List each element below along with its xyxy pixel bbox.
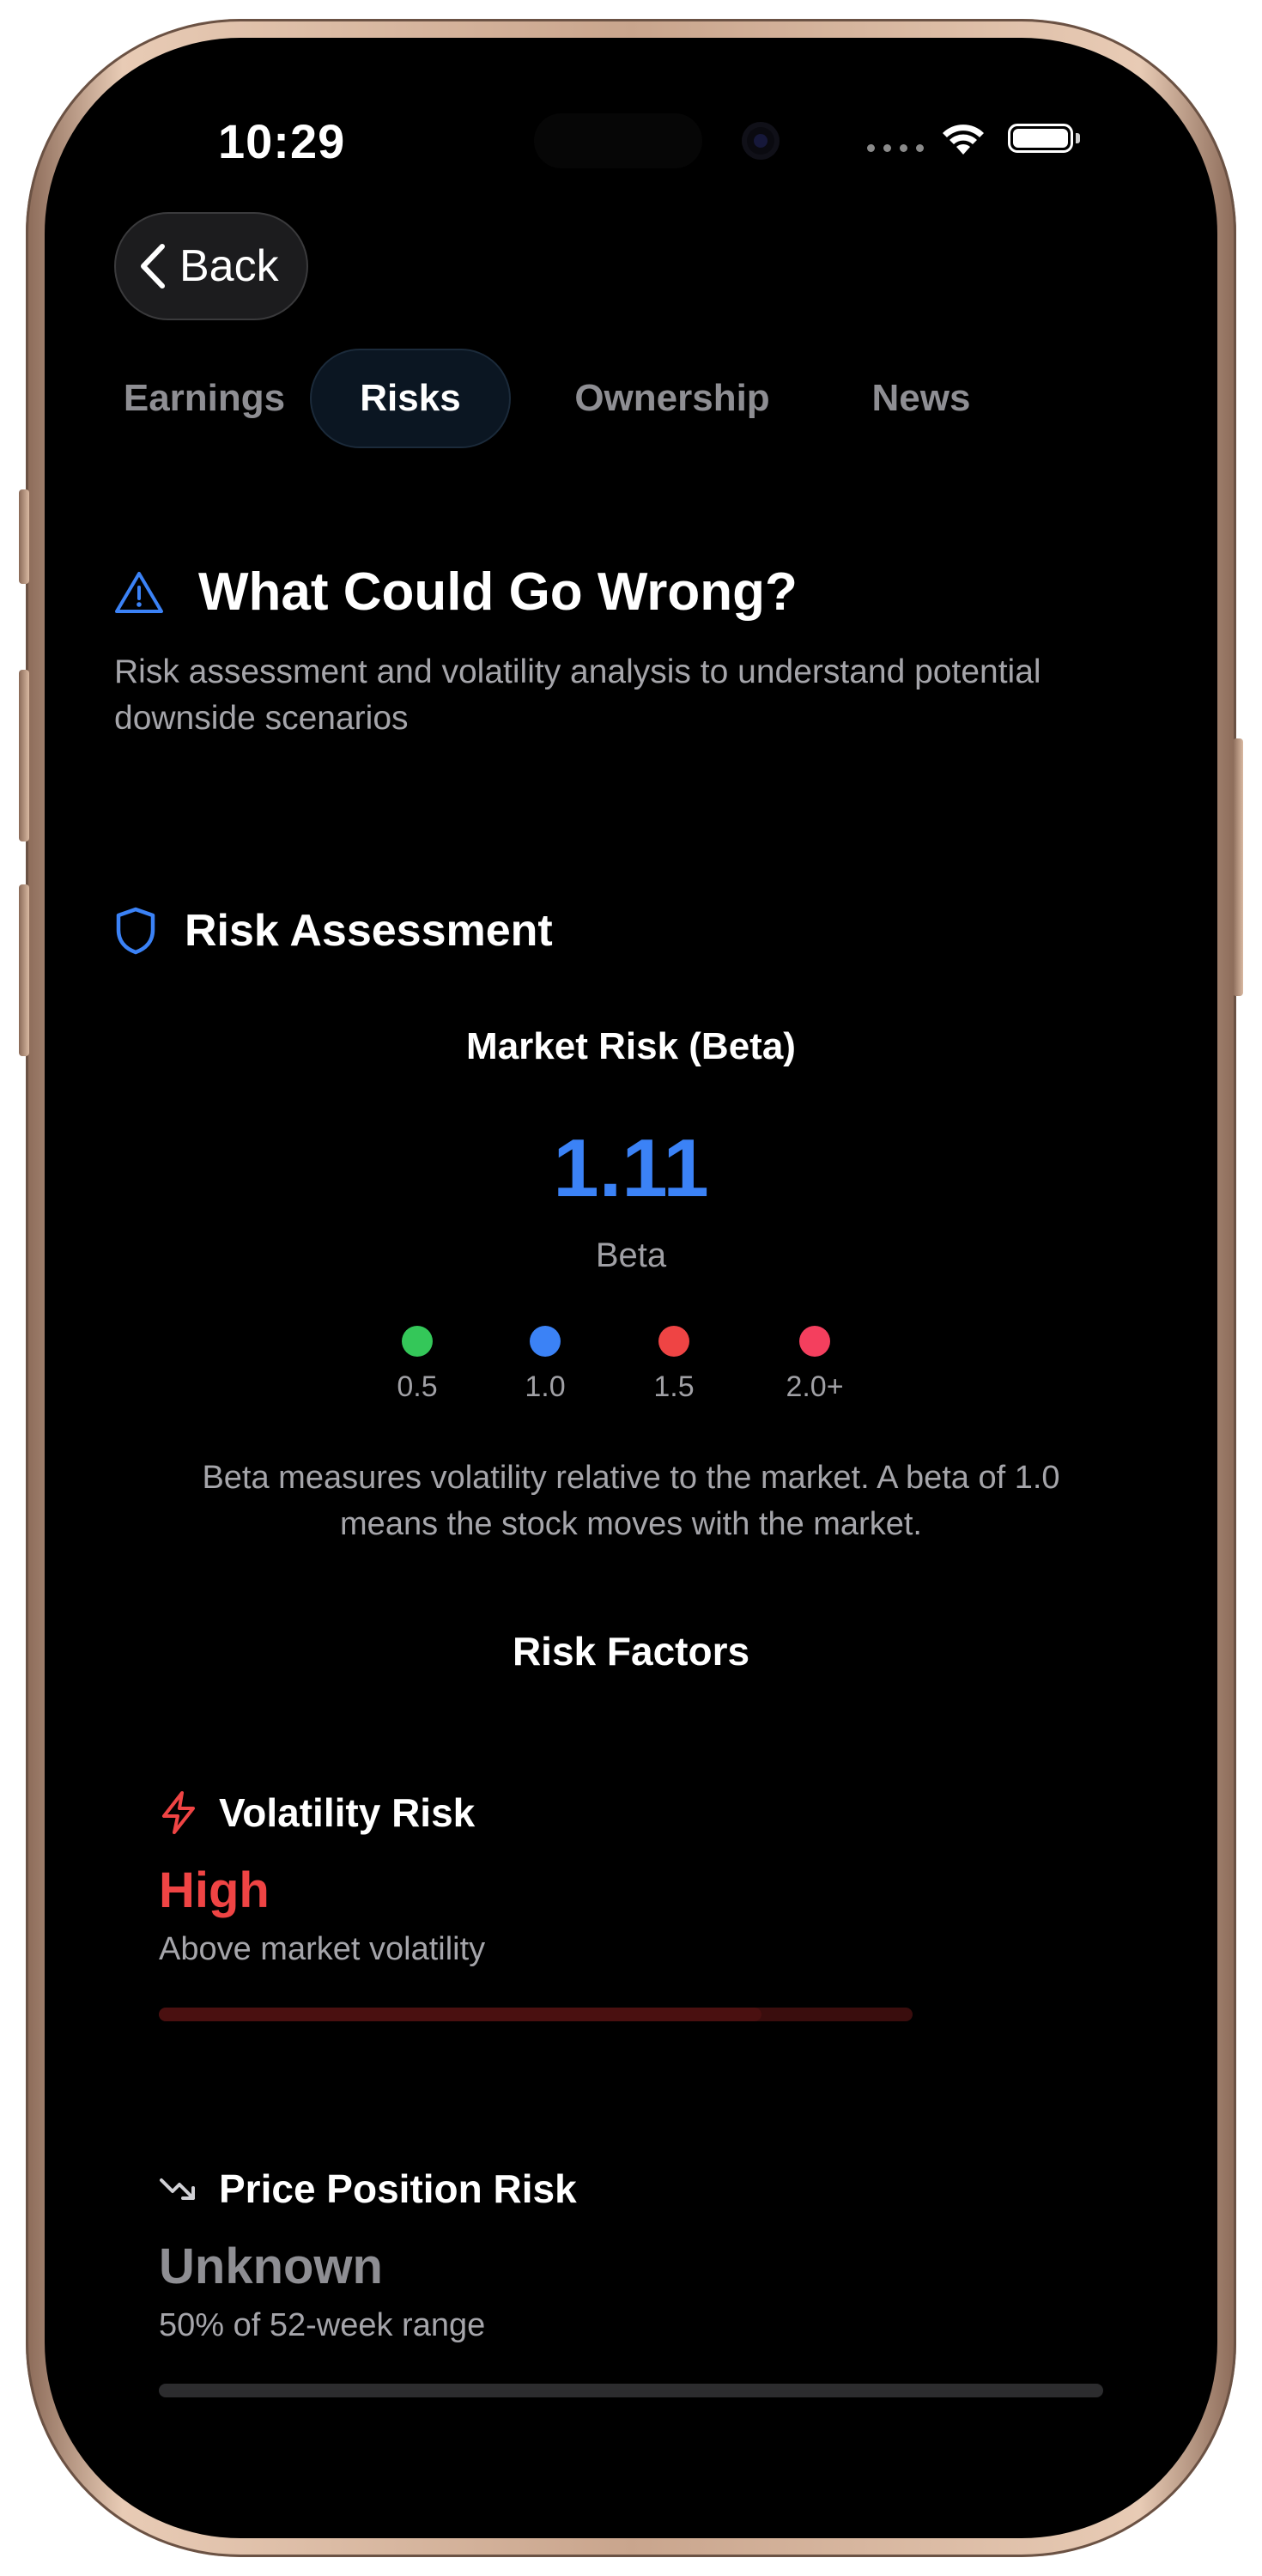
wifi-icon [943,125,984,155]
tab-ownership[interactable]: Ownership [561,349,784,448]
section-title: Risk Assessment [185,906,553,956]
action-button [19,489,29,584]
scale-label: 2.0+ [786,1370,844,1403]
page-title: What Could Go Wrong? [198,562,798,622]
beta-scale-item: 2.0+ [763,1326,866,1404]
scale-label: 1.0 [525,1370,566,1403]
battery-tip [1076,133,1080,143]
trending-down-icon [160,2178,195,2200]
volume-down-button [19,884,29,1056]
risk-progress-bar [159,2384,1103,2397]
beta-explanation: Beta measures volatility relative to the… [202,1460,1060,1542]
lightning-icon [162,1791,195,1834]
risk-factors-title: Risk Factors [512,1629,750,1674]
warning-triangle-icon [115,571,163,613]
page-subtitle: Risk assessment and volatility analysis … [114,653,1041,737]
risk-progress-fill [159,2008,762,2021]
back-label: Back [179,241,279,291]
beta-scale-item: 0.5 [366,1326,469,1404]
chevron-left-icon [141,244,165,289]
risk-factor-price-position: Price Position Risk Unknown 50% of 52-we… [159,2166,1103,2397]
scale-label: 0.5 [397,1370,438,1403]
scale-label: 1.5 [653,1370,695,1403]
scale-dot [402,1326,433,1357]
risk-factor-title: Price Position Risk [219,2166,577,2211]
market-risk-label: Market Risk (Beta) [466,1025,796,1067]
risk-factor-header: Price Position Risk [159,2166,1103,2212]
power-button [1233,738,1243,996]
tab-news[interactable]: News [835,349,1007,448]
page-header: What Could Go Wrong? [114,562,798,623]
screen: 10:29 Back Earnings Risks Ownership News… [45,38,1217,2538]
back-button[interactable]: Back [114,212,308,320]
risk-factor-header: Volatility Risk [159,1789,1103,1836]
beta-value: 1.11 [553,1122,709,1214]
tab-bar: Earnings Risks Ownership News [114,349,1153,448]
scale-dot [799,1326,830,1357]
battery-icon [1008,124,1073,153]
cellular-signal-icon [867,144,924,152]
beta-scale-item: 1.5 [622,1326,725,1404]
risk-level: Unknown [159,2239,383,2294]
beta-scale: 0.5 1.0 1.5 2.0+ [45,1326,1217,1412]
risk-assessment-header: Risk Assessment [114,905,553,957]
risk-description: 50% of 52-week range [159,2307,486,2343]
dynamic-island [534,113,702,168]
scale-dot [658,1326,689,1357]
risk-level: High [159,1862,270,1918]
risk-progress-bar [159,2008,913,2021]
beta-label: Beta [595,1236,667,1274]
risk-description: Above market volatility [159,1931,486,1967]
tab-earnings[interactable]: Earnings [114,349,294,448]
beta-scale-item: 1.0 [494,1326,597,1404]
shield-icon [116,907,155,955]
camera-icon [742,122,780,160]
risk-factor-volatility: Volatility Risk High Above market volati… [159,1789,1103,2021]
status-time: 10:29 [218,114,346,168]
risk-factor-title: Volatility Risk [219,1790,476,1835]
tab-risks[interactable]: Risks [310,349,511,448]
volume-up-button [19,670,29,841]
scale-dot [530,1326,561,1357]
